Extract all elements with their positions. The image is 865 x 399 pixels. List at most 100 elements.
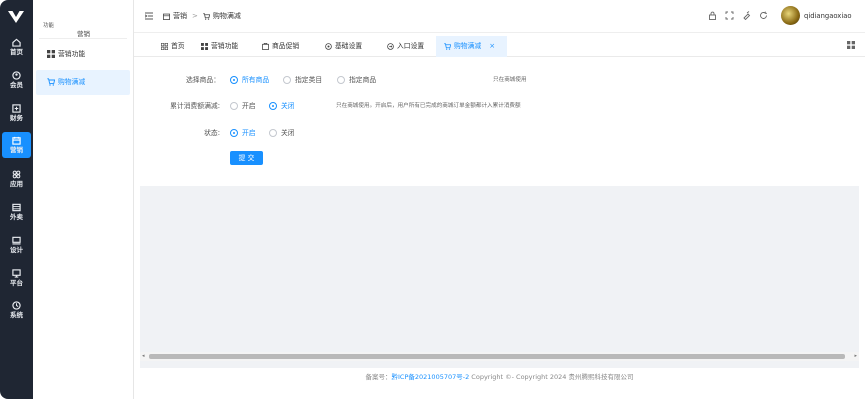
entry-icon (387, 43, 394, 50)
cart-icon (203, 12, 210, 20)
footer-copyright: Copyright ©- Copyright 2024 贵州腾熙科技有限公司 (469, 373, 634, 381)
rail-item-finance[interactable]: 财务 (2, 100, 31, 127)
tab-shopping-discount[interactable]: 购物满减 × (436, 36, 507, 57)
rail-label: 外卖 (10, 213, 23, 221)
footer: 备案号：黔ICP备2021005707号-2 Copyright ©- Copy… (134, 368, 865, 386)
rail-item-home[interactable]: 首页 (2, 34, 31, 61)
rail-label: 平台 (10, 279, 23, 287)
tab-label: 入口设置 (397, 42, 425, 50)
radio-label: 指定类目 (295, 76, 323, 84)
breadcrumb-item[interactable]: 营销 (173, 11, 187, 21)
radio-all-goods[interactable]: 所有商品 (230, 73, 269, 87)
rail-label: 会员 (10, 81, 23, 89)
takeout-icon (12, 203, 21, 212)
secondary-sidebar: 功能 营销 营销功能 购物满减 (33, 0, 134, 399)
rail-item-system[interactable]: 系统 (2, 297, 31, 324)
system-icon (12, 301, 21, 310)
form-row-select-goods: 选择商品： 所有商品 指定类目 指定商品 只在商城使用 (140, 73, 859, 87)
design-icon (12, 236, 21, 245)
tab-label: 基础设置 (335, 42, 363, 50)
username[interactable]: qidiangaoxiao (804, 12, 852, 20)
rail-item-takeout[interactable]: 外卖 (2, 199, 31, 226)
radio-status-on[interactable]: 开启 (230, 126, 256, 140)
rail-label: 营销 (10, 146, 23, 154)
rail-label: 系统 (10, 311, 23, 319)
radio-label: 开启 (242, 102, 256, 110)
radio-dot (230, 129, 238, 137)
radio-status-off[interactable]: 关闭 (269, 126, 295, 140)
home-icon (12, 38, 21, 47)
grid-icon (47, 50, 55, 58)
rail-label: 设计 (10, 246, 23, 254)
submit-button[interactable]: 提 交 (230, 151, 263, 165)
main-rail: 首页 会员 财务 营销 应用 外卖 设计 平台 系统 (0, 0, 33, 399)
calendar-icon (163, 13, 170, 20)
home-tab-icon (161, 43, 168, 50)
radio-label: 关闭 (281, 129, 295, 137)
top-header: 营销 > 购物满减 qidiangaoxiao (134, 0, 865, 33)
sidebar-item-label: 营销功能 (58, 50, 86, 58)
sidebar-item-shopping-discount[interactable]: 购物满减 (36, 70, 130, 95)
sidebar-item-marketing-functions[interactable]: 营销功能 (36, 42, 130, 67)
scrollbar-thumb[interactable] (149, 354, 845, 359)
app-window: 首页 会员 财务 营销 应用 外卖 设计 平台 系统 功能 营销 营销功能 购物… (0, 0, 865, 399)
rail-item-marketing[interactable]: 营销 (2, 132, 31, 158)
icp-link[interactable]: 黔ICP备2021005707号-2 (392, 373, 470, 381)
tab-label: 首页 (171, 42, 185, 50)
avatar[interactable] (781, 6, 800, 25)
menu-fold-icon[interactable] (145, 12, 153, 20)
fullscreen-icon[interactable] (725, 11, 734, 20)
cart-icon (47, 78, 55, 86)
radio-dot (269, 129, 277, 137)
tab-product-promotion[interactable]: 商品促销 (254, 36, 307, 57)
settings-icon (325, 43, 332, 50)
platform-icon (12, 269, 21, 278)
tab-bar: 首页 营销功能 商品促销 基础设置 入口设置 购物满减 × (134, 33, 865, 57)
rail-item-design[interactable]: 设计 (2, 232, 31, 259)
rail-item-apps[interactable]: 应用 (2, 166, 31, 193)
lock-icon[interactable] (708, 11, 717, 20)
radio-dot (269, 102, 277, 110)
radio-label: 指定商品 (349, 76, 377, 84)
grid-tab-icon (201, 43, 208, 50)
scroll-right-icon[interactable]: ▸ (854, 353, 857, 359)
tab-home[interactable]: 首页 (153, 36, 193, 57)
rail-label: 首页 (10, 48, 23, 56)
rail-item-member[interactable]: 会员 (2, 67, 31, 94)
clear-icon[interactable] (742, 11, 751, 20)
radio-dot (337, 76, 345, 84)
logo-icon (8, 11, 24, 23)
radio-dot (230, 102, 238, 110)
header-actions (708, 11, 768, 20)
tab-basic-settings[interactable]: 基础设置 (317, 36, 370, 57)
field-label: 选择商品： (186, 76, 220, 84)
radio-category[interactable]: 指定类目 (283, 73, 322, 87)
apps-icon (12, 170, 21, 179)
field-label: 累计消费额满减: (170, 102, 220, 110)
refresh-icon[interactable] (759, 11, 768, 20)
tab-label: 营销功能 (211, 42, 239, 50)
tab-label: 商品促销 (272, 42, 300, 50)
radio-label: 所有商品 (242, 76, 270, 84)
tab-label: 购物满减 (454, 42, 482, 50)
cart-tab-icon (444, 43, 451, 50)
rail-item-platform[interactable]: 平台 (2, 265, 31, 292)
field-hint: 只在商城使用 (493, 77, 527, 83)
radio-cumulative-on[interactable]: 开启 (230, 99, 256, 113)
radio-cumulative-off[interactable]: 关闭 (269, 99, 295, 113)
radio-specific-goods[interactable]: 指定商品 (337, 73, 376, 87)
form-row-cumulative: 累计消费额满减: 开启 关闭 只在商城使用。开启后，用户所有已完成的商城订单金额… (140, 99, 859, 113)
scroll-left-icon[interactable]: ◂ (142, 353, 145, 359)
tab-menu-icon[interactable] (847, 41, 855, 49)
form-row-status: 状态: 开启 关闭 (140, 126, 859, 140)
radio-label: 关闭 (281, 102, 295, 110)
field-hint: 只在商城使用。开启后，用户所有已完成的商城订单金额都计入累计消费额 (336, 103, 521, 109)
horizontal-scrollbar[interactable]: ◂ ▸ (140, 352, 859, 361)
footer-prefix: 备案号： (365, 373, 392, 381)
close-tab-icon[interactable]: × (489, 36, 495, 57)
form-card: 选择商品： 所有商品 指定类目 指定商品 只在商城使用 累计消费额满减: 开启 … (140, 62, 859, 186)
tab-marketing-functions[interactable]: 营销功能 (193, 36, 246, 57)
radio-dot (283, 76, 291, 84)
tab-entry-settings[interactable]: 入口设置 (379, 36, 432, 57)
rail-label: 财务 (10, 114, 23, 122)
